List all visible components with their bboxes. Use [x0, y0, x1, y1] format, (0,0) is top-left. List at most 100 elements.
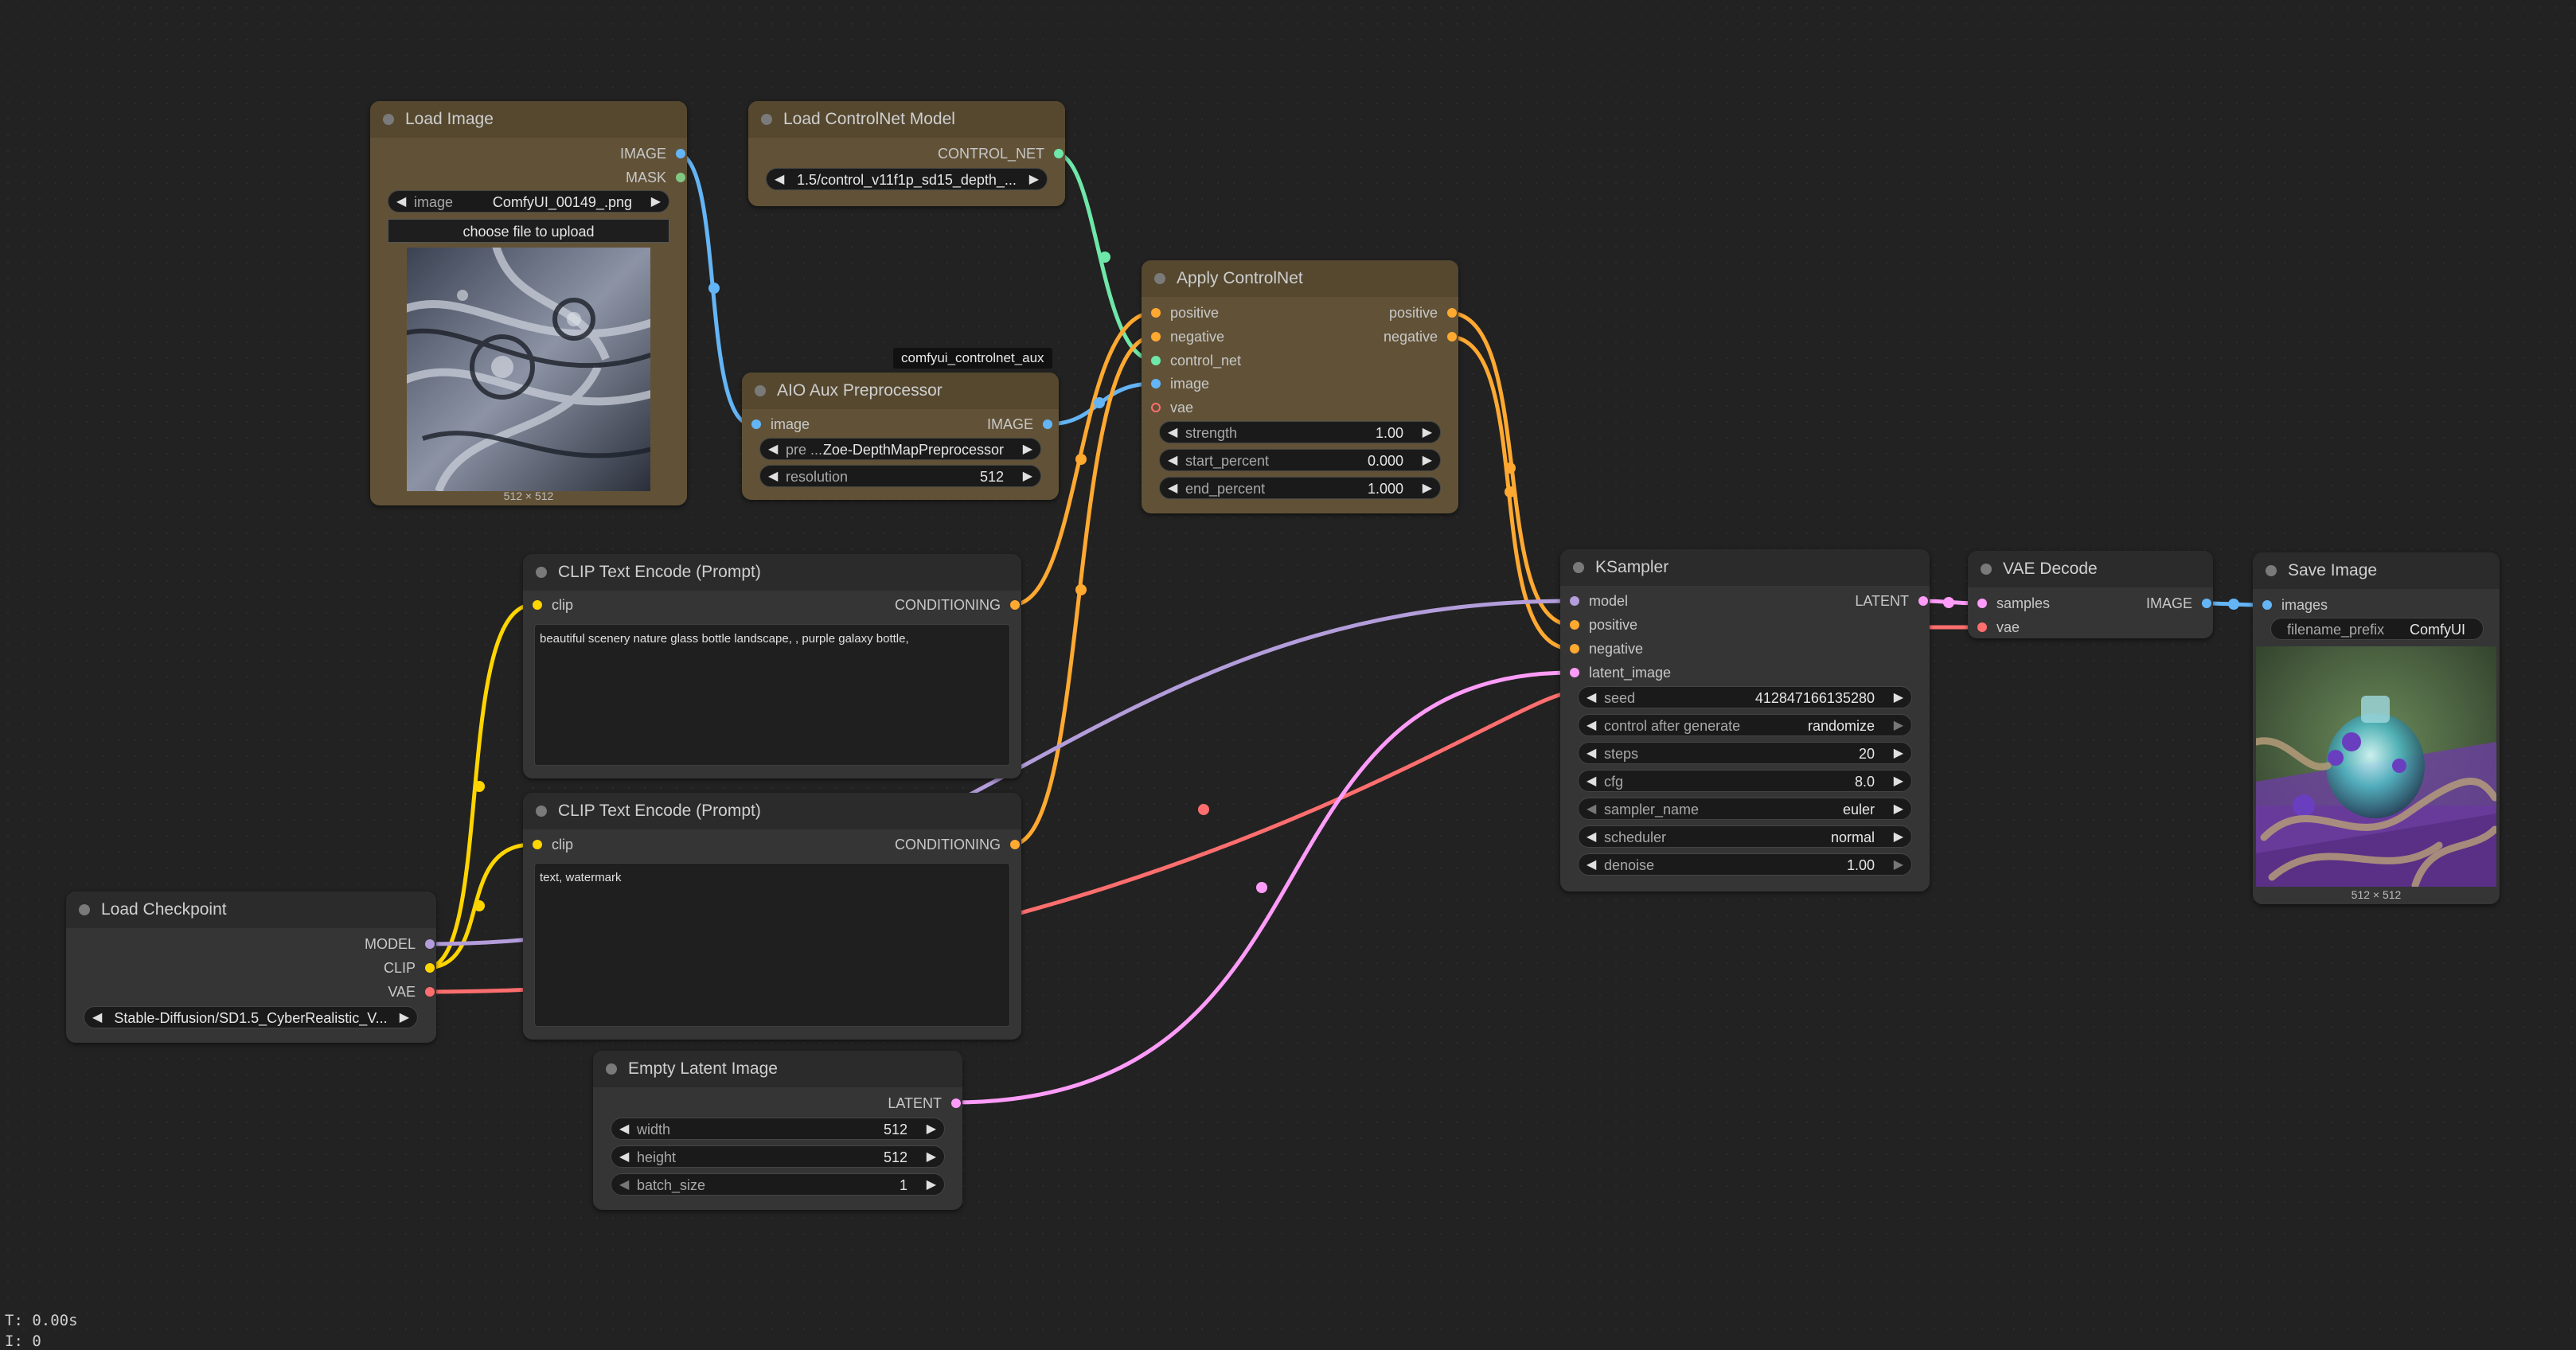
arrow-right-icon[interactable]: ▶	[1423, 450, 1432, 472]
pin[interactable]	[1010, 600, 1020, 610]
input-clip[interactable]: clip	[531, 595, 573, 615]
arrow-right-icon[interactable]: ▶	[927, 1118, 936, 1141]
arrow-right-icon[interactable]: ▶	[1894, 854, 1903, 876]
pin[interactable]	[676, 149, 685, 158]
arrow-left-icon[interactable]: ◀	[1587, 854, 1596, 876]
arrow-left-icon[interactable]: ◀	[619, 1174, 629, 1196]
widget-scheduler[interactable]: ◀ scheduler normal ▶	[1578, 825, 1912, 848]
pin[interactable]	[751, 419, 761, 429]
input-image[interactable]: image	[750, 415, 810, 434]
arrow-left-icon[interactable]: ◀	[619, 1118, 629, 1141]
input-image[interactable]: image	[1149, 374, 1209, 393]
arrow-right-icon[interactable]: ▶	[1023, 466, 1032, 488]
output-conditioning[interactable]: CONDITIONING	[895, 595, 1021, 615]
node-title[interactable]: Empty Latent Image	[593, 1051, 962, 1087]
output-mask[interactable]: MASK	[626, 168, 687, 187]
node-title[interactable]: VAE Decode	[1968, 551, 2213, 587]
collapse-dot[interactable]	[755, 385, 766, 396]
pin[interactable]	[2262, 600, 2272, 610]
widget-denoise[interactable]: ◀ denoise 1.00 ▶	[1578, 853, 1912, 876]
node-load-controlnet[interactable]: Load ControlNet Model CONTROL_NET ◀ 1.5/…	[748, 101, 1065, 206]
upload-button[interactable]: choose file to upload	[388, 219, 669, 243]
node-aio-aux-preprocessor[interactable]: AIO Aux Preprocessor image IMAGE ◀ pre .…	[742, 373, 1059, 500]
node-clip-text-encode-positive[interactable]: CLIP Text Encode (Prompt) clip CONDITION…	[523, 554, 1021, 778]
arrow-left-icon[interactable]: ◀	[1587, 798, 1596, 821]
arrow-right-icon[interactable]: ▶	[1023, 439, 1032, 461]
prompt-textarea[interactable]: beautiful scenery nature glass bottle la…	[534, 624, 1010, 766]
pin[interactable]	[1054, 149, 1064, 158]
arrow-right-icon[interactable]: ▶	[1423, 478, 1432, 500]
arrow-left-icon[interactable]: ◀	[92, 1007, 102, 1029]
node-title[interactable]: AIO Aux Preprocessor	[742, 373, 1059, 409]
collapse-dot[interactable]	[606, 1063, 617, 1075]
pin[interactable]	[1010, 840, 1020, 849]
widget-end-percent[interactable]: ◀ end_percent 1.000 ▶	[1159, 477, 1441, 499]
input-latent-image[interactable]: latent_image	[1568, 663, 1671, 682]
node-load-checkpoint[interactable]: Load Checkpoint MODEL CLIP VAE ◀ Stable-…	[66, 892, 436, 1043]
output-image[interactable]: IMAGE	[2146, 594, 2213, 613]
pin[interactable]	[1151, 308, 1161, 318]
widget-cfg[interactable]: ◀ cfg 8.0 ▶	[1578, 770, 1912, 792]
node-title[interactable]: Save Image	[2253, 552, 2500, 589]
widget-start-percent[interactable]: ◀ start_percent 0.000 ▶	[1159, 449, 1441, 471]
widget-filename-prefix[interactable]: filename_prefix ComfyUI	[2270, 618, 2484, 640]
pin[interactable]	[1447, 332, 1457, 341]
pin[interactable]	[1447, 308, 1457, 318]
arrow-left-icon[interactable]: ◀	[768, 466, 778, 488]
arrow-left-icon[interactable]: ◀	[1168, 422, 1177, 444]
pin[interactable]	[1570, 668, 1579, 677]
node-empty-latent-image[interactable]: Empty Latent Image LATENT ◀ width 512 ▶ …	[593, 1051, 962, 1210]
input-positive[interactable]: positive	[1149, 303, 1219, 322]
arrow-right-icon[interactable]: ▶	[927, 1174, 936, 1196]
input-vae[interactable]: vae	[1149, 398, 1193, 417]
input-negative[interactable]: negative	[1568, 639, 1643, 658]
collapse-dot[interactable]	[536, 806, 547, 817]
widget-control-after-generate[interactable]: ◀ control after generate randomize ▶	[1578, 714, 1912, 736]
arrow-right-icon[interactable]: ▶	[1894, 743, 1903, 765]
pin[interactable]	[1151, 403, 1161, 412]
arrow-right-icon[interactable]: ▶	[1423, 422, 1432, 444]
input-positive[interactable]: positive	[1568, 615, 1637, 634]
output-vae[interactable]: VAE	[388, 982, 436, 1001]
widget-resolution[interactable]: ◀ resolution 512 ▶	[759, 465, 1041, 487]
widget-checkpoint-select[interactable]: ◀ Stable-Diffusion/SD1.5_CyberRealistic_…	[84, 1006, 418, 1028]
pin[interactable]	[1570, 644, 1579, 654]
widget-seed[interactable]: ◀ seed 412847166135280 ▶	[1578, 686, 1912, 708]
widget-sampler-name[interactable]: ◀ sampler_name euler ▶	[1578, 798, 1912, 820]
node-save-image[interactable]: Save Image images filename_prefix ComfyU…	[2253, 552, 2500, 904]
output-image[interactable]: IMAGE	[620, 144, 687, 163]
collapse-dot[interactable]	[79, 904, 90, 915]
node-vae-decode[interactable]: VAE Decode samples vae IMAGE	[1968, 551, 2213, 638]
arrow-right-icon[interactable]: ▶	[1894, 798, 1903, 821]
arrow-left-icon[interactable]: ◀	[396, 191, 406, 213]
pin[interactable]	[533, 600, 542, 610]
collapse-dot[interactable]	[761, 114, 772, 125]
collapse-dot[interactable]	[383, 114, 394, 125]
arrow-left-icon[interactable]: ◀	[619, 1146, 629, 1169]
pin[interactable]	[425, 987, 435, 997]
arrow-left-icon[interactable]: ◀	[1587, 743, 1596, 765]
arrow-right-icon[interactable]: ▶	[1029, 169, 1039, 191]
pin[interactable]	[951, 1098, 961, 1108]
arrow-right-icon[interactable]: ▶	[400, 1007, 409, 1029]
widget-image-select[interactable]: ◀ image ComfyUI_00149_.png ▶	[388, 190, 669, 213]
pin[interactable]	[533, 840, 542, 849]
output-positive[interactable]: positive	[1389, 303, 1458, 322]
pin[interactable]	[1977, 599, 1987, 608]
node-apply-controlnet[interactable]: Apply ControlNet positive negative contr…	[1142, 260, 1458, 513]
pin[interactable]	[425, 939, 435, 949]
node-title[interactable]: Apply ControlNet	[1142, 260, 1458, 297]
node-title[interactable]: CLIP Text Encode (Prompt)	[523, 554, 1021, 591]
input-clip[interactable]: clip	[531, 835, 573, 854]
arrow-left-icon[interactable]: ◀	[1168, 478, 1177, 500]
widget-controlnet-select[interactable]: ◀ 1.5/control_v11f1p_sd15_depth_... ▶	[766, 168, 1048, 190]
node-ksampler[interactable]: KSampler model positive negative latent_…	[1560, 549, 1930, 892]
prompt-textarea[interactable]: text, watermark	[534, 863, 1010, 1027]
input-samples[interactable]: samples	[1976, 594, 2050, 613]
node-title[interactable]: Load ControlNet Model	[748, 101, 1065, 138]
pin[interactable]	[1918, 596, 1928, 606]
arrow-right-icon[interactable]: ▶	[651, 191, 661, 213]
pin[interactable]	[1570, 620, 1579, 630]
widget-strength[interactable]: ◀ strength 1.00 ▶	[1159, 421, 1441, 443]
pin[interactable]	[425, 963, 435, 973]
